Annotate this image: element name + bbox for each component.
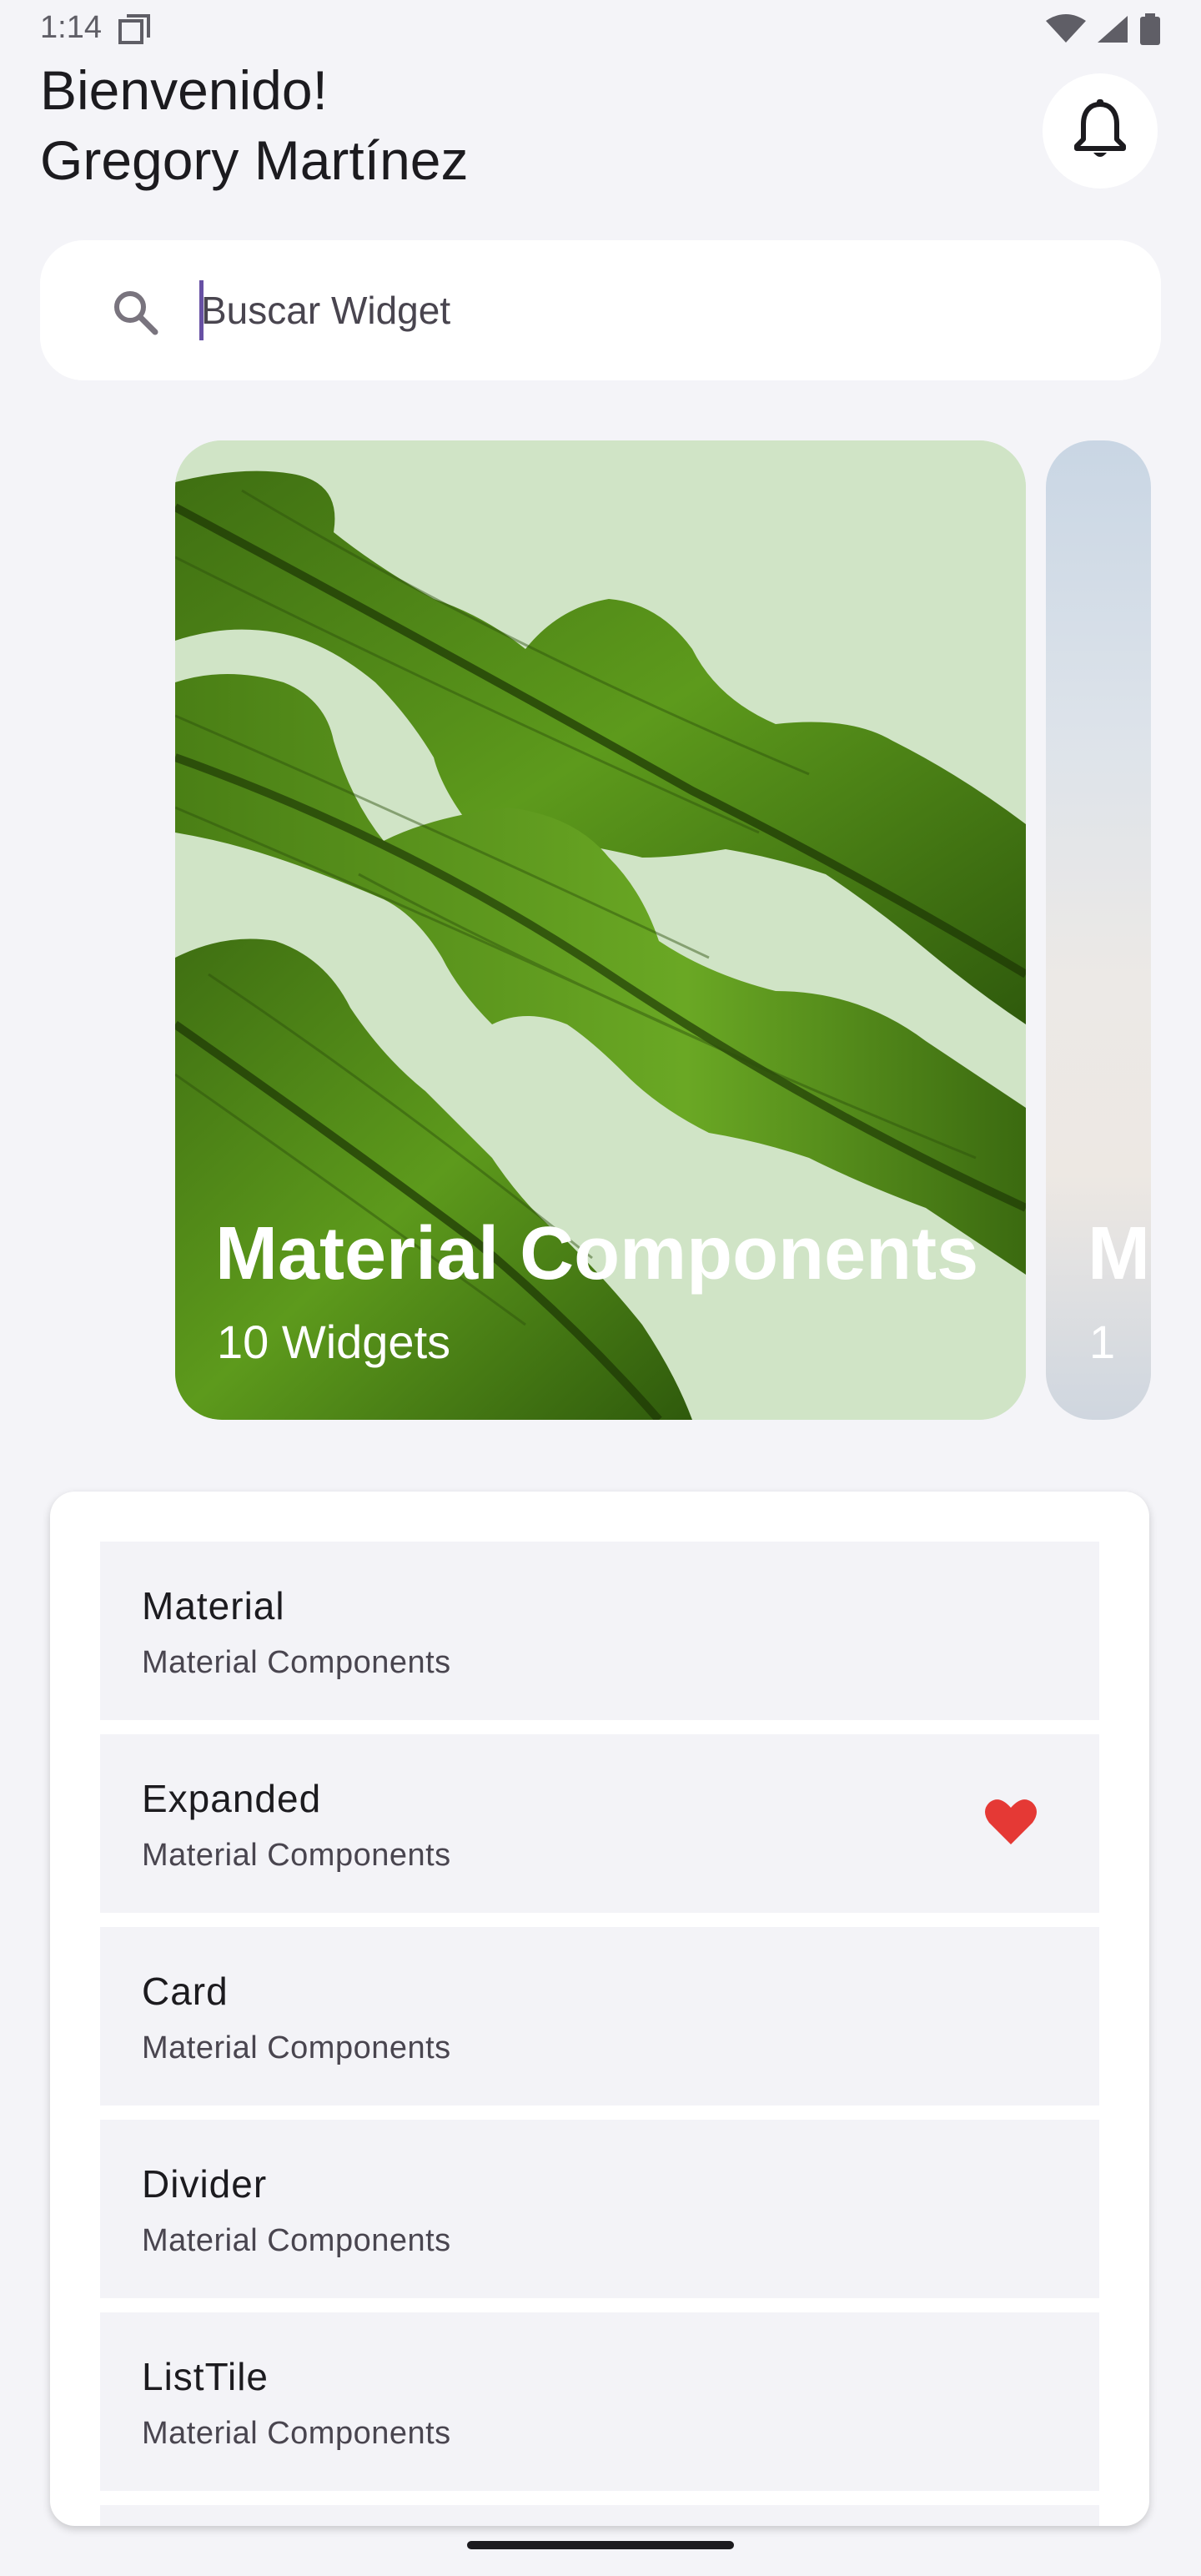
text-cursor [199,280,204,340]
list-item[interactable]: Expanded Material Components [100,1734,1099,1913]
item-title: Divider [142,2162,268,2206]
status-time: 1:14 [40,10,102,45]
notifications-button[interactable] [1043,73,1158,189]
list-item-partial[interactable] [100,2505,1099,2526]
search-icon [112,289,158,340]
item-title: ListTile [142,2355,269,2398]
card-title: Material Components [215,1212,979,1296]
category-carousel[interactable]: Material Components 10 Widgets M 1 [0,439,1201,1423]
sim-card-icon [118,14,152,48]
search-bar[interactable] [40,240,1161,380]
greeting: Bienvenido! Gregory Martínez [40,55,469,195]
widget-list-panel[interactable]: Material Material Components Expanded Ma… [50,1492,1149,2526]
item-title: Material [142,1584,285,1628]
bell-icon [1073,98,1128,164]
item-subtitle: Material Components [142,1645,451,1680]
heart-icon[interactable] [984,1798,1038,1850]
greeting-user-name: Gregory Martínez [40,129,469,191]
battery-icon [1139,13,1161,49]
status-bar: 1:14 [0,0,1201,60]
carousel-card-material-components[interactable]: Material Components 10 Widgets [175,440,1026,1420]
item-subtitle: Material Components [142,2416,451,2451]
item-subtitle: Material Components [142,1838,451,1873]
signal-icon [1096,14,1129,48]
card-widget-count: 1 [1089,1316,1116,1368]
item-title: Card [142,1970,229,2013]
wifi-icon [1046,14,1086,48]
item-title: Expanded [142,1777,322,1820]
list-item[interactable]: ListTile Material Components [100,2312,1099,2491]
search-input[interactable] [201,270,1118,350]
card-title: M [1088,1212,1150,1296]
carousel-card-next[interactable]: M 1 [1046,440,1151,1420]
item-subtitle: Material Components [142,2223,451,2258]
item-subtitle: Material Components [142,2030,451,2065]
list-item[interactable]: Material Material Components [100,1542,1099,1720]
home-gesture-bar[interactable] [467,2541,734,2549]
list-item[interactable]: Divider Material Components [100,2120,1099,2298]
card-widget-count: 10 Widgets [217,1316,451,1368]
greeting-welcome: Bienvenido! [40,59,328,121]
status-icons [1046,13,1161,49]
list-item[interactable]: Card Material Components [100,1927,1099,2106]
widget-list[interactable]: Material Material Components Expanded Ma… [100,1542,1099,2526]
